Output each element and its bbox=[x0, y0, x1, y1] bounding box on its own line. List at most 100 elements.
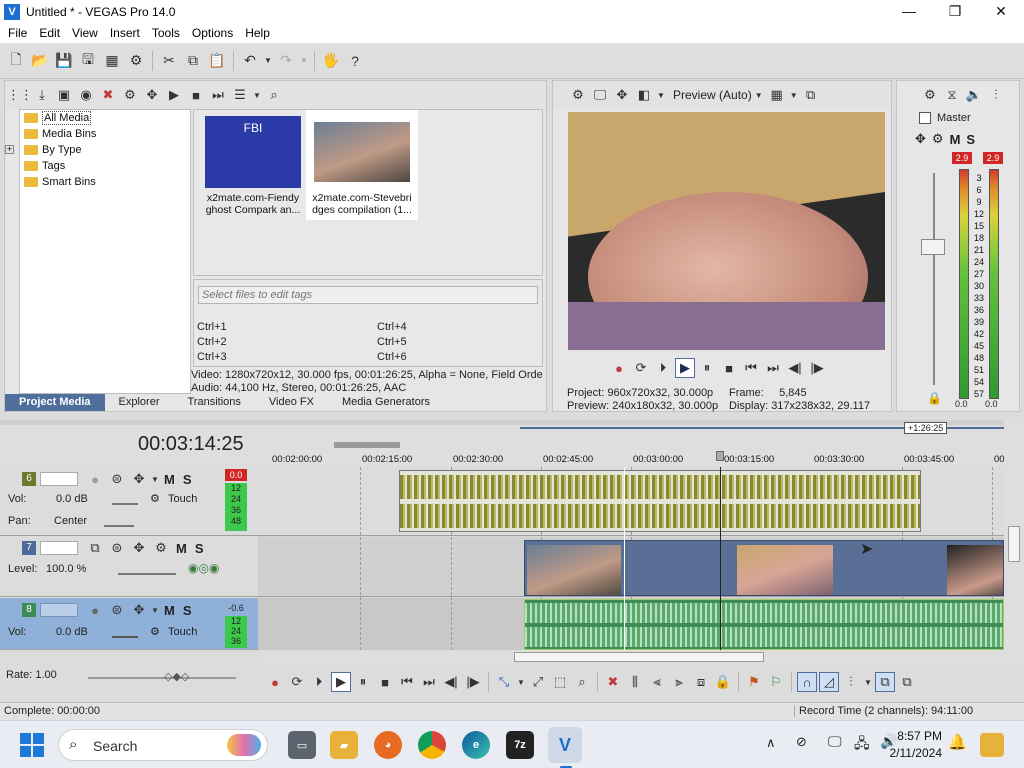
go-to-end-icon[interactable]: ⏭ bbox=[419, 672, 439, 692]
playhead-handle[interactable] bbox=[716, 451, 724, 461]
edit-tool-dropdown-icon[interactable]: ▼ bbox=[516, 672, 526, 692]
track-name-input[interactable] bbox=[40, 603, 78, 617]
task-view-icon[interactable]: ▭ bbox=[288, 731, 316, 759]
play-icon[interactable]: ▶ bbox=[675, 358, 695, 378]
track-fx-gear-icon[interactable]: ⚙ bbox=[151, 538, 171, 558]
file-explorer-icon[interactable]: ▰ bbox=[330, 731, 358, 759]
menu-options[interactable]: Options bbox=[186, 26, 239, 40]
track-header-8[interactable]: 8 ● ⊜ ✥ ▼ M S Vol: 0.0 dB ⚙ Touch -0.6 1… bbox=[0, 598, 258, 650]
insert-marker-icon[interactable]: ⚑ bbox=[744, 672, 764, 692]
paste-icon[interactable]: 📋 bbox=[206, 50, 228, 72]
redo-dropdown-icon[interactable]: ▼ bbox=[299, 50, 309, 72]
arm-record-icon[interactable]: ● bbox=[85, 600, 105, 620]
clock-time[interactable]: 8:57 PM bbox=[896, 729, 942, 743]
auto-ripple-icon[interactable]: ⫶ bbox=[841, 672, 861, 692]
menu-tools[interactable]: Tools bbox=[146, 26, 186, 40]
play-icon[interactable]: ▶ bbox=[164, 85, 184, 105]
cut-icon[interactable]: ✂ bbox=[158, 50, 180, 72]
minimize-button[interactable]: — bbox=[886, 0, 932, 23]
enable-snapping-icon[interactable]: 🖐 bbox=[320, 50, 342, 72]
go-to-end-icon[interactable]: ⏭ bbox=[763, 358, 783, 378]
loop-playback-icon[interactable]: ⟳ bbox=[631, 358, 651, 378]
volume-slider[interactable] bbox=[112, 493, 138, 505]
auto-ripple-dropdown-icon[interactable]: ▼ bbox=[863, 672, 873, 692]
media-properties-gear-icon[interactable]: ⚙ bbox=[120, 85, 140, 105]
save-icon[interactable]: 💾 bbox=[53, 50, 75, 72]
tree-item-tags[interactable]: Tags bbox=[20, 158, 190, 174]
trim-icon[interactable]: ⫼ bbox=[625, 672, 645, 692]
previous-frame-icon[interactable]: ◀| bbox=[441, 672, 461, 692]
windows-start-icon[interactable] bbox=[20, 733, 44, 757]
snapping-magnet-icon[interactable]: ∩ bbox=[797, 672, 817, 692]
tree-item-by-type[interactable]: + By Type bbox=[5, 142, 190, 158]
master-fx-icon[interactable]: ✥ bbox=[915, 131, 926, 147]
selection-tool-icon[interactable]: ⬚ bbox=[550, 672, 570, 692]
loop-region-bar[interactable] bbox=[334, 442, 400, 448]
master-fx-gear-icon[interactable]: ⚙ bbox=[932, 131, 944, 147]
views-icon[interactable]: ⋮⋮ bbox=[7, 85, 33, 105]
open-folder-icon[interactable]: 📂 bbox=[29, 50, 51, 72]
menu-edit[interactable]: Edit bbox=[33, 26, 66, 40]
vegas-pro-taskbar-icon[interactable]: V bbox=[548, 727, 582, 763]
dim-output-icon[interactable]: 🔈 bbox=[964, 85, 984, 105]
clock-date[interactable]: 2/11/2024 bbox=[886, 746, 943, 760]
external-monitor-icon[interactable]: 🖵 bbox=[590, 85, 610, 105]
automation-gear-icon[interactable]: ⚙ bbox=[150, 625, 160, 638]
track-fx-icon[interactable]: ⊜ bbox=[107, 600, 127, 620]
tags-input[interactable] bbox=[198, 286, 538, 304]
tab-project-media[interactable]: Project Media bbox=[5, 394, 105, 411]
view-list-icon[interactable]: ☰ bbox=[230, 85, 250, 105]
level-slider[interactable] bbox=[118, 563, 176, 575]
stop-icon[interactable]: ■ bbox=[186, 85, 206, 105]
video-clip-track-7[interactable] bbox=[524, 540, 1004, 596]
rate-slider-handle[interactable]: ◇◆◇ bbox=[164, 670, 189, 683]
tab-video-fx[interactable]: Video FX bbox=[255, 394, 328, 411]
notifications-bell-icon[interactable]: 🔔 bbox=[948, 733, 967, 751]
tab-media-generators[interactable]: Media Generators bbox=[328, 394, 444, 411]
close-button[interactable]: ✕ bbox=[978, 0, 1024, 23]
expand-plus-icon[interactable]: + bbox=[5, 145, 14, 154]
rate-slider[interactable] bbox=[88, 677, 236, 679]
media-item-selected[interactable]: x2mate.com-Stevebri dges compilation (1.… bbox=[306, 110, 418, 220]
undo-icon[interactable]: ↶ bbox=[239, 50, 261, 72]
record-icon[interactable]: ● bbox=[265, 672, 285, 692]
render-icon[interactable]: ▦ bbox=[101, 50, 123, 72]
audio-clip-track-6[interactable] bbox=[399, 470, 921, 532]
copy-snapshot-icon[interactable]: ⧉ bbox=[801, 85, 821, 105]
mixer-icon[interactable]: ⫶ bbox=[986, 85, 1006, 105]
new-file-icon[interactable]: 🗋 bbox=[5, 50, 27, 72]
arm-record-icon[interactable]: ● bbox=[85, 469, 105, 489]
chrome-icon[interactable] bbox=[418, 731, 446, 759]
ignore-grouping-icon[interactable]: ⧉ bbox=[897, 672, 917, 692]
import-media-icon[interactable]: ⤓ bbox=[32, 85, 52, 105]
save-as-icon[interactable]: 🖫 bbox=[77, 50, 99, 72]
network-off-icon[interactable]: ⊘ bbox=[796, 734, 807, 750]
pause-icon[interactable]: ⏸ bbox=[353, 672, 373, 692]
trim-end-icon[interactable]: ⫸ bbox=[669, 672, 689, 692]
help-icon[interactable]: ? bbox=[344, 50, 366, 72]
master-fader-handle[interactable] bbox=[921, 239, 945, 255]
get-media-from-web-icon[interactable]: ◉ bbox=[76, 85, 96, 105]
tree-item-smart-bins[interactable]: Smart Bins bbox=[20, 174, 190, 190]
go-to-start-icon[interactable]: ⏮ bbox=[397, 672, 417, 692]
display-icon[interactable]: 🖵 bbox=[828, 733, 842, 750]
master-solo-button[interactable]: S bbox=[966, 132, 975, 147]
taskbar-search-box[interactable]: ⌕ Search bbox=[58, 729, 268, 761]
track-header-6[interactable]: 6 ● ⊜ ✥ ▼ M S Vol: 0.0 dB ⚙ Touch Pan: C… bbox=[0, 467, 258, 536]
menu-view[interactable]: View bbox=[66, 26, 104, 40]
parent-motion-icon[interactable]: ◉◎◉ bbox=[188, 561, 219, 575]
tree-item-media-bins[interactable]: Media Bins bbox=[20, 126, 190, 142]
copilot-pre-icon[interactable] bbox=[980, 733, 1004, 757]
overlays-grid-icon[interactable]: ▦ bbox=[767, 85, 787, 105]
seven-zip-icon[interactable]: 7z bbox=[506, 731, 534, 759]
track-header-7[interactable]: 7 ⧉ ⊜ ✥ ⚙ M S Level: 100.0 % ◉◎◉ bbox=[0, 537, 258, 597]
search-icon[interactable]: ⌕ bbox=[264, 85, 284, 105]
track-name-input[interactable] bbox=[40, 472, 78, 486]
solo-button[interactable]: S bbox=[183, 472, 192, 487]
horizontal-scrollbar[interactable] bbox=[258, 650, 1024, 664]
menu-insert[interactable]: Insert bbox=[104, 26, 146, 40]
tab-explorer[interactable]: Explorer bbox=[105, 394, 174, 411]
track-fx-dropdown-icon[interactable]: ▼ bbox=[151, 469, 159, 489]
remove-icon[interactable]: ✖ bbox=[98, 85, 118, 105]
play-from-start-icon[interactable]: ⏵ bbox=[309, 672, 329, 692]
